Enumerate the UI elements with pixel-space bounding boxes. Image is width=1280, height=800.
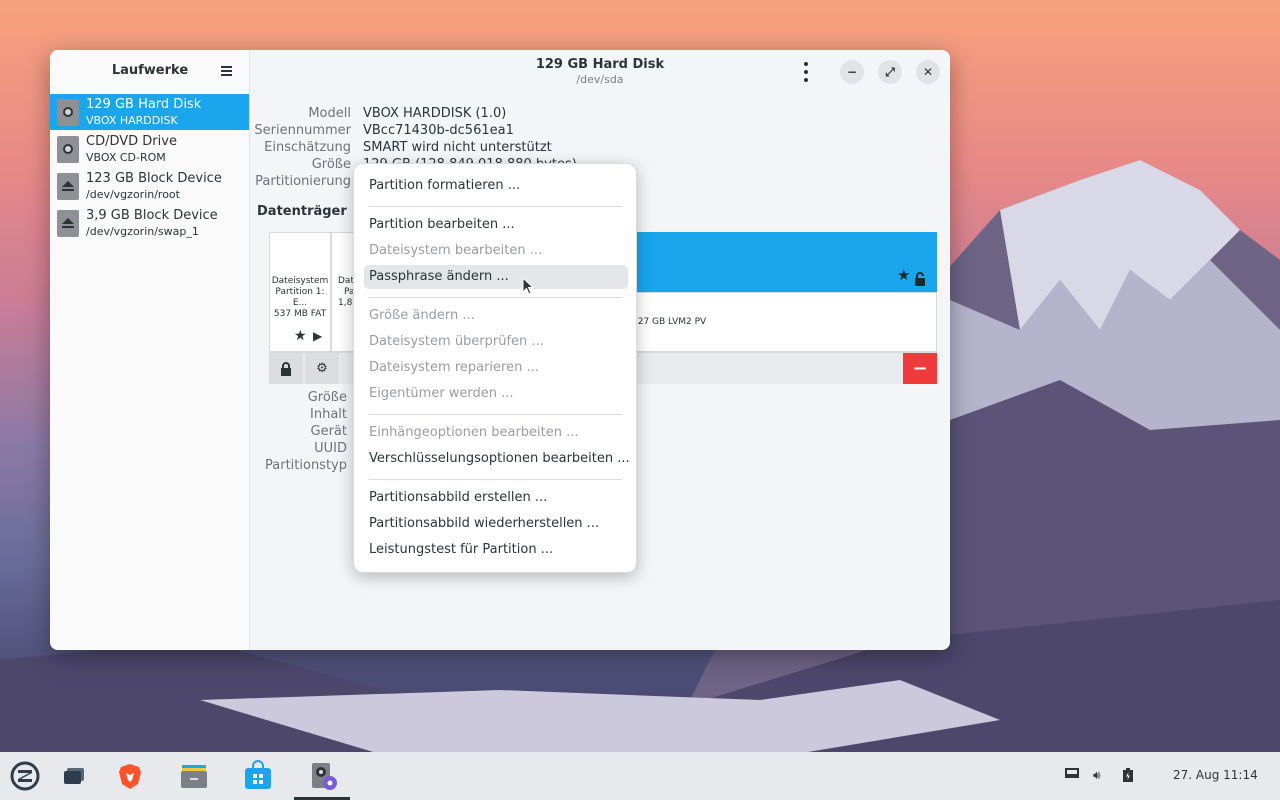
files-icon[interactable] [178,760,210,792]
menu-item-edit-filesystem[interactable]: Dateisystem bearbeiten ... [364,239,628,263]
menu-separator [369,297,622,298]
kebab-menu-icon[interactable] [800,62,812,82]
menu-item-edit-partition[interactable]: Partition bearbeiten ... [364,213,628,237]
drive-item-cd-dvd[interactable]: CD/DVD Drive VBOX CD-ROM [50,131,249,167]
unlocked-padlock-icon [914,272,925,286]
delete-partition-button[interactable]: − [903,353,937,384]
zorin-menu-icon[interactable] [9,760,41,792]
drive-name: 3,9 GB Block Device [86,208,218,223]
additional-options-button[interactable]: ⚙ [305,353,339,384]
menu-item-restore-image[interactable]: Partitionsabbild wiederherstellen ... [364,512,628,536]
volumes-title: Datenträger [257,204,347,219]
drive-name: CD/DVD Drive [86,134,177,149]
drive-sub: VBOX HARDDISK [86,114,178,127]
network-icon[interactable] [1065,768,1079,783]
star-icon: ★ [294,328,307,344]
detail-label-content: Inhalt [310,407,347,422]
minimize-button[interactable]: − [840,60,864,84]
volume-icon[interactable]: 🔊︎ [1093,768,1101,783]
prop-value-model: VBOX HARDDISK (1.0) [363,106,507,121]
detail-label-partition-type: Partitionstyp [265,458,347,473]
menu-item-format-partition[interactable]: Partition formatieren ... [364,174,628,198]
drive-name: 129 GB Hard Disk [86,97,202,112]
partition-options-menu: Partition formatieren ... Partition bear… [353,163,637,573]
sidebar: Laufwerke 129 GB Hard Disk VBOX HARDDISK… [50,50,250,650]
close-button[interactable]: ✕ [916,60,940,84]
menu-item-benchmark[interactable]: Leistungstest für Partition ... [364,538,628,562]
maximize-button[interactable]: ⤢ [878,60,902,84]
drive-item-block-swap[interactable]: 3,9 GB Block Device /dev/vgzorin/swap_1 [50,205,249,241]
part1-line2: Partition 1: E... [275,287,325,308]
lock-button[interactable] [269,353,303,384]
detail-label-size: Größe [307,390,347,405]
prop-label-partitioning: Partitionierung [255,174,351,189]
menu-item-change-passphrase[interactable]: Passphrase ändern ... [364,265,628,289]
drive-item-hard-disk[interactable]: 129 GB Hard Disk VBOX HARDDISK [50,94,249,130]
padlock-icon [281,362,291,376]
drive-name: 123 GB Block Device [86,171,222,186]
drive-sub: /dev/vgzorin/root [86,188,180,201]
block-device-icon [57,210,79,237]
menu-item-edit-encryption-options[interactable]: Verschlüsselungsoptionen bearbeiten ... [364,447,630,471]
disks-icon[interactable] [306,760,338,792]
hard-disk-icon [57,99,79,126]
play-icon: ▶ [313,329,323,343]
star-icon: ★ [897,266,911,284]
block-device-icon [57,173,79,200]
prop-label-size: Größe [311,157,351,172]
mouse-pointer-icon [522,277,534,295]
brave-browser-icon[interactable] [114,760,146,792]
lvm-label: 127 GB LVM2 PV [632,317,707,327]
drive-sub: /dev/vgzorin/swap_1 [86,225,199,238]
drive-item-block-root[interactable]: 123 GB Block Device /dev/vgzorin/root [50,168,249,204]
drive-sub: VBOX CD-ROM [86,151,166,164]
clock[interactable]: 27. Aug 11:14 [1173,768,1258,782]
menu-separator [369,206,622,207]
hamburger-menu-icon[interactable] [216,64,240,80]
menu-item-check-filesystem[interactable]: Dateisystem überprüfen ... [364,330,628,354]
prop-value-serial: VBcc71430b-dc561ea1 [363,123,514,138]
prop-label-serial: Seriennummer [254,123,351,138]
menu-item-resize[interactable]: Größe ändern ... [364,304,628,328]
menu-item-take-ownership[interactable]: Eigentümer werden ... [364,382,628,406]
prop-label-model: Modell [308,106,351,121]
optical-drive-icon [57,136,79,163]
part1-line3: 537 MB FAT [273,309,327,319]
part1-line1: Dateisystem [271,276,329,286]
sidebar-header: Laufwerke [50,50,249,94]
gears-icon: ⚙ [316,361,328,376]
menu-separator [369,414,622,415]
menu-item-create-image[interactable]: Partitionsabbild erstellen ... [364,486,628,510]
menu-item-repair-filesystem[interactable]: Dateisystem reparieren ... [364,356,628,380]
software-store-icon[interactable] [242,760,274,792]
battery-icon[interactable] [1123,768,1133,785]
detail-label-device: Gerät [310,424,347,439]
detail-label-uuid: UUID [314,441,347,456]
menu-separator [369,479,622,480]
workspaces-icon[interactable] [58,760,90,792]
menu-item-edit-mount-options[interactable]: Einhängeoptionen bearbeiten ... [364,421,628,445]
taskbar: 🔊︎ 27. Aug 11:14 [0,752,1280,800]
prop-label-assessment: Einschätzung [264,140,351,155]
prop-value-assessment: SMART wird nicht unterstützt [363,140,552,155]
partition-1-block[interactable]: Dateisystem Partition 1: E... 537 MB FAT… [269,232,331,352]
